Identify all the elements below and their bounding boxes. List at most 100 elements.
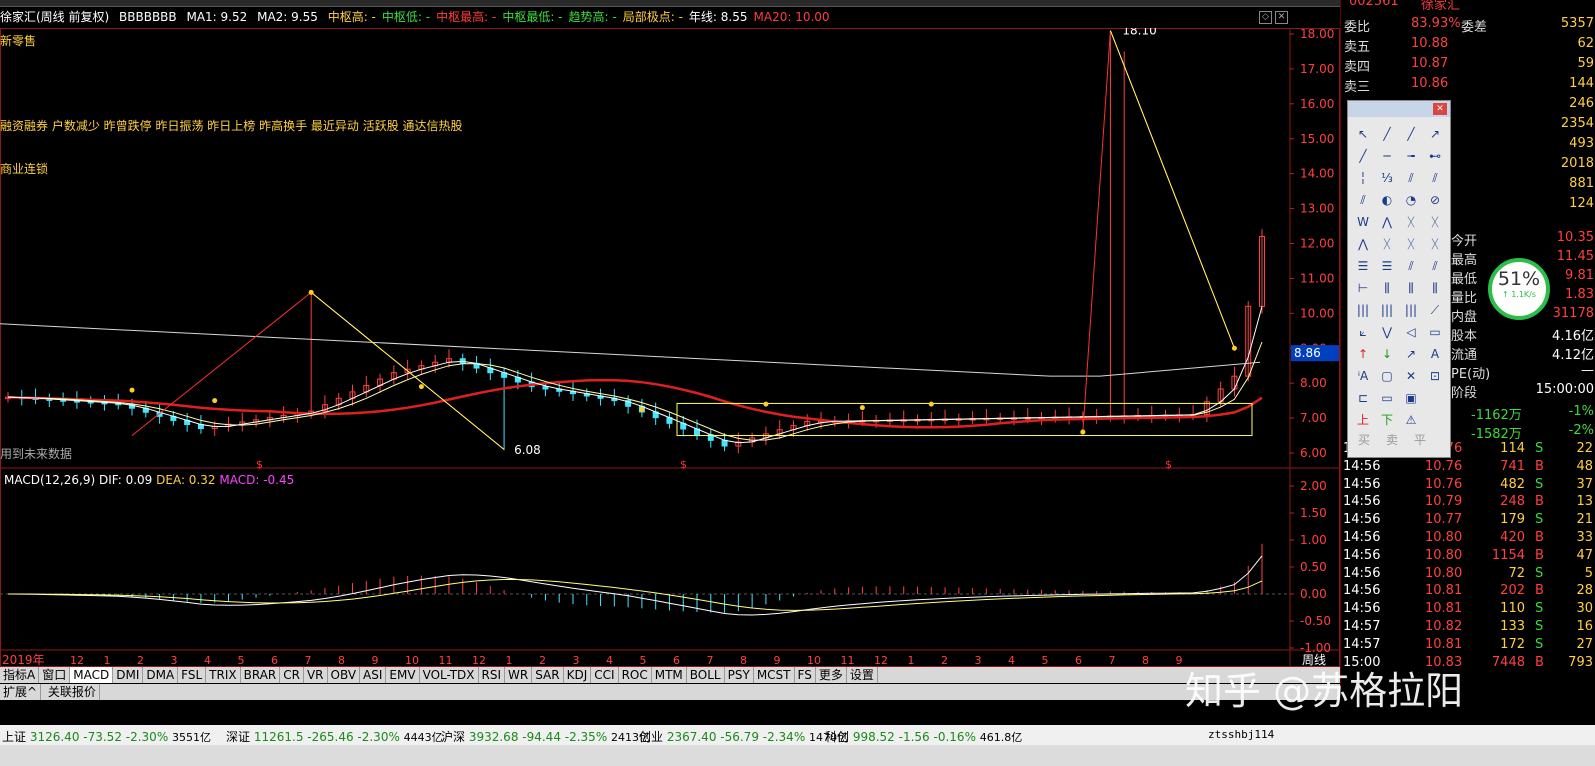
draw-tool-icon[interactable]: ▭ [1426, 323, 1444, 341]
draw-tool-icon[interactable]: ⚠ [1402, 411, 1420, 429]
tab-psy[interactable]: PSY [725, 667, 754, 683]
draw-tool-icon[interactable]: ||| [1378, 301, 1396, 319]
draw-tool-icon[interactable]: ᚷ [1426, 213, 1444, 231]
tab-emv[interactable]: EMV [386, 667, 420, 683]
draw-tool-icon[interactable]: ⊏ [1354, 389, 1372, 407]
draw-tool-icon[interactable]: ☰ [1378, 257, 1396, 275]
tab-wr[interactable]: WR [505, 667, 533, 683]
draw-tool-icon[interactable]: 下 [1378, 411, 1396, 429]
index-quote[interactable]: 科创 998.52 -1.56 -0.16% 461.8亿 [825, 728, 1022, 745]
draw-tool-icon[interactable]: ╱ [1354, 147, 1372, 165]
draw-tool-icon[interactable]: ↗ [1426, 125, 1444, 143]
close-icon[interactable]: ✕ [1275, 11, 1288, 24]
draw-tool-icon[interactable] [1426, 411, 1444, 429]
tool-flat[interactable]: 平 [1414, 431, 1426, 448]
restore-icon[interactable]: ◇ [1259, 11, 1272, 24]
close-icon[interactable]: ✕ [1433, 103, 1447, 115]
draw-tool-icon[interactable]: ⫼ [1426, 279, 1444, 297]
draw-tool-icon[interactable]: ||| [1402, 301, 1420, 319]
draw-tool-icon[interactable] [1426, 389, 1444, 407]
draw-tool-icon[interactable]: ◐ [1378, 191, 1396, 209]
tab-dmi[interactable]: DMI [113, 667, 144, 683]
draw-tool-icon[interactable]: ⫼ [1378, 279, 1396, 297]
draw-tool-icon[interactable]: ☰ [1354, 257, 1372, 275]
top-menu-strip[interactable] [0, 0, 1340, 7]
draw-tool-icon[interactable]: ᚷ [1402, 213, 1420, 231]
draw-tool-icon[interactable]: ↗ [1402, 345, 1420, 363]
draw-tool-icon[interactable]: ||| [1354, 301, 1372, 319]
index-quote[interactable]: 创业 2367.40 -56.79 -2.34% 1470亿 [639, 728, 848, 745]
draw-tool-icon[interactable]: ╎ [1354, 169, 1372, 187]
draw-tool-icon[interactable]: ⫽ [1402, 257, 1420, 275]
draw-tool-icon[interactable]: ⋁ [1378, 323, 1396, 341]
index-quote[interactable]: 上证 3126.40 -73.52 -2.30% 3551亿 [2, 728, 211, 745]
draw-tool-icon[interactable]: ↑ [1354, 345, 1372, 363]
expand-button[interactable]: 扩展^ [0, 684, 42, 700]
draw-tool-icon[interactable]: A [1426, 345, 1444, 363]
draw-tool-icon[interactable]: ✕ [1402, 367, 1420, 385]
draw-tool-icon[interactable]: ⟋ [1426, 301, 1444, 319]
market-status-bar: 上证 3126.40 -73.52 -2.30% 3551亿 深证 11261.5… [0, 725, 1595, 745]
draw-tool-icon[interactable]: ⊘ [1426, 191, 1444, 209]
draw-tool-icon[interactable]: ╼ [1402, 147, 1420, 165]
toolbox-titlebar[interactable]: ✕ [1348, 101, 1450, 117]
tab-vol-tdx[interactable]: VOL-TDX [420, 667, 479, 683]
draw-tool-icon[interactable]: ▢ [1378, 367, 1396, 385]
tab-fs[interactable]: FS [795, 667, 816, 683]
tab-kdj[interactable]: KDJ [564, 667, 592, 683]
draw-tool-icon[interactable]: ⫽ [1426, 169, 1444, 187]
draw-tool-icon[interactable]: ⫼ [1402, 279, 1420, 297]
index-quote[interactable]: 深证 11261.5 -265.46 -2.30% 4443亿 [226, 728, 443, 745]
draw-tool-icon[interactable]: ◁ [1402, 323, 1420, 341]
tab-cci[interactable]: CCI [591, 667, 619, 683]
draw-tool-icon[interactable]: ↓ [1378, 345, 1396, 363]
tab-mtm[interactable]: MTM [652, 667, 687, 683]
drawing-toolbox[interactable]: ✕ ↖ ╱ ╱ ↗ ╱ ─ ╼ ⊷ ╎ ⅓ ⫽ ⫽ ⫽ ◐ ◔ ⊘ W ⋀ ᚷ ᚷ ⋀ ᚷ ᚷ ᚷ ☰ ☰ ⫽ ⫽ ⊢ ⫼ ⫼ ⫼ ||| |||… [1347, 100, 1451, 458]
draw-tool-icon[interactable]: ▭ [1378, 389, 1396, 407]
draw-tool-icon[interactable]: ↖ [1354, 125, 1372, 143]
draw-tool-icon[interactable]: ⋀ [1354, 235, 1372, 253]
tool-buy[interactable]: 买 [1358, 431, 1370, 448]
tab-mcst[interactable]: MCST [754, 667, 795, 683]
tab-sar[interactable]: SAR [532, 667, 564, 683]
related-quote-button[interactable]: 关联报价 [45, 684, 100, 700]
draw-tool-icon[interactable]: ╱ [1378, 125, 1396, 143]
draw-tool-icon[interactable]: ⋀ [1378, 213, 1396, 231]
tab-asi[interactable]: ASI [360, 667, 387, 683]
draw-tool-icon[interactable]: ╱ [1402, 125, 1420, 143]
draw-tool-icon[interactable]: ▣ [1402, 389, 1420, 407]
tab-boll[interactable]: BOLL [687, 667, 725, 683]
tab-vr[interactable]: VR [304, 667, 328, 683]
draw-tool-icon[interactable]: 上 [1354, 411, 1372, 429]
tab-更多[interactable]: 更多 [816, 667, 847, 683]
draw-tool-icon[interactable]: ⟀ [1354, 323, 1372, 341]
draw-tool-icon[interactable]: ᚷ [1402, 235, 1420, 253]
tool-sell[interactable]: 卖 [1386, 431, 1398, 448]
tab-roc[interactable]: ROC [619, 667, 652, 683]
draw-tool-icon[interactable]: W [1354, 213, 1372, 231]
draw-tool-icon[interactable]: ⅓ [1378, 169, 1396, 187]
draw-tool-icon[interactable]: ⊢ [1354, 279, 1372, 297]
index-quote[interactable]: 沪深 3932.68 -94.44 -2.35% 2413亿 [441, 728, 650, 745]
tab-cr[interactable]: CR [280, 667, 304, 683]
tab-dma[interactable]: DMA [143, 667, 179, 683]
draw-tool-icon[interactable]: ⫽ [1354, 191, 1372, 209]
tab-rsi[interactable]: RSI [479, 667, 506, 683]
draw-tool-icon[interactable]: ⊡ [1426, 367, 1444, 385]
tab-brar[interactable]: BRAR [241, 667, 281, 683]
tab-trix[interactable]: TRIX [206, 667, 241, 683]
draw-tool-icon[interactable]: ᚷ [1378, 235, 1396, 253]
draw-tool-icon[interactable]: ◔ [1402, 191, 1420, 209]
draw-tool-icon[interactable]: ─ [1378, 147, 1396, 165]
draw-tool-icon[interactable]: ⁱA [1354, 367, 1372, 385]
draw-tool-icon[interactable]: ᚷ [1426, 235, 1444, 253]
tab-fsl[interactable]: FSL [178, 667, 207, 683]
tab-obv[interactable]: OBV [328, 667, 361, 683]
draw-tool-icon[interactable]: ⊷ [1426, 147, 1444, 165]
draw-tool-icon[interactable]: ⫽ [1426, 257, 1444, 275]
draw-tool-icon[interactable]: ⫽ [1402, 169, 1420, 187]
tab-设置[interactable]: 设置 [847, 667, 878, 683]
tab-窗口[interactable]: 窗口 [39, 667, 71, 683]
tab-macd[interactable]: MACD [70, 667, 114, 683]
tab-指标a[interactable]: 指标A [0, 667, 40, 683]
